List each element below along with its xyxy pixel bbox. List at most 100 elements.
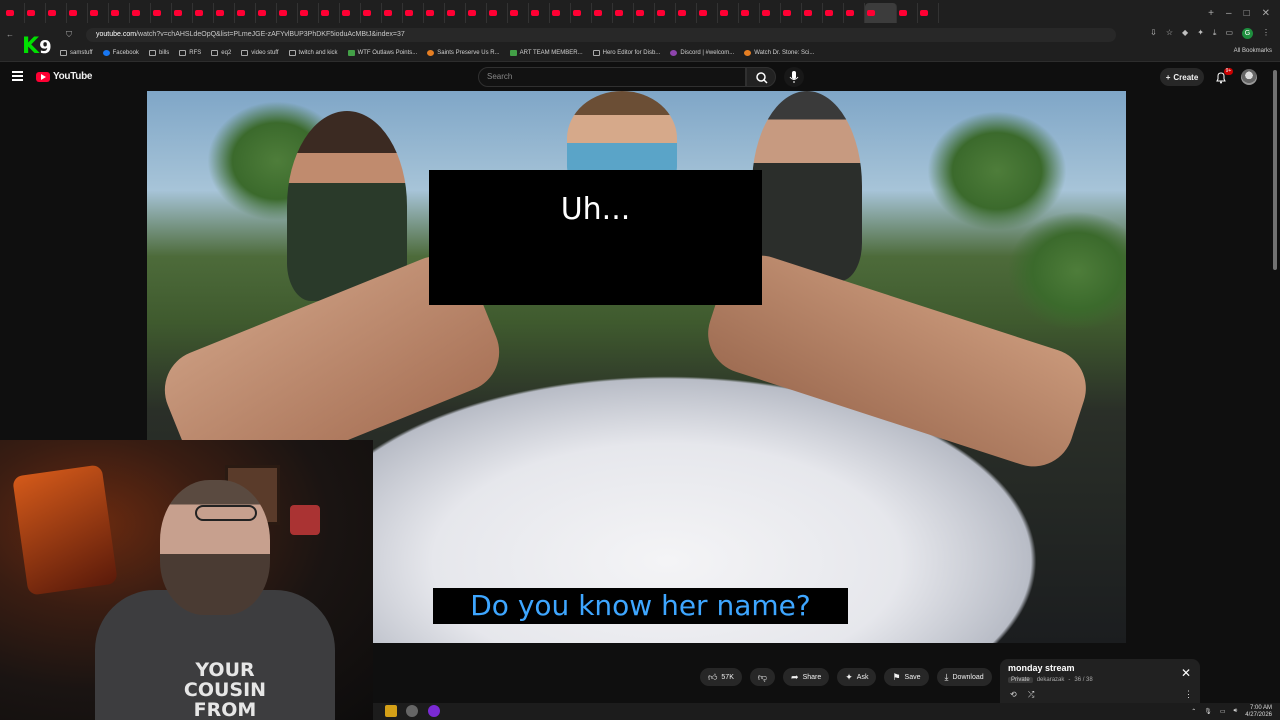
bookmark-item[interactable]: Saints Preserve Us R...	[427, 49, 500, 56]
browser-tab[interactable]	[109, 3, 130, 23]
sidebar-icon[interactable]: ▭	[1225, 28, 1233, 39]
browser-tab[interactable]	[46, 3, 67, 23]
search-input[interactable]: Search	[478, 67, 746, 87]
tray-network-icon[interactable]: ▭	[1220, 708, 1226, 715]
browser-tab[interactable]	[760, 3, 781, 23]
taskbar-settings-icon[interactable]	[406, 705, 418, 717]
close-window-icon[interactable]: ✕	[1262, 8, 1270, 19]
bookmark-item[interactable]: Facebook	[102, 49, 139, 56]
lock-icon[interactable]: ⛉	[66, 30, 72, 40]
youtube-logo[interactable]: YouTube	[36, 71, 93, 82]
playlist-title[interactable]: monday stream	[1008, 663, 1075, 673]
bookmark-item[interactable]: WTF Outlaws Points...	[347, 49, 417, 56]
browser-menu-icon[interactable]: ⋮	[1262, 28, 1270, 39]
browser-tab[interactable]	[214, 3, 235, 23]
browser-tab[interactable]	[298, 3, 319, 23]
browser-tab[interactable]	[130, 3, 151, 23]
browser-tab[interactable]	[424, 3, 445, 23]
browser-tab[interactable]	[319, 3, 340, 23]
browser-tab[interactable]	[487, 3, 508, 23]
browser-tab[interactable]	[193, 3, 214, 23]
browser-tab[interactable]	[235, 3, 256, 23]
browser-tab[interactable]	[403, 3, 424, 23]
bookmark-item[interactable]: RFS	[179, 49, 201, 56]
browser-tab[interactable]	[445, 3, 466, 23]
dislike-button[interactable]: 👎︎	[749, 668, 776, 686]
playlist-close-icon[interactable]: ✕	[1181, 666, 1191, 680]
browser-tab[interactable]	[256, 3, 277, 23]
loop-icon[interactable]: ⟲	[1010, 690, 1017, 699]
bookmark-item[interactable]: video stuff	[241, 49, 279, 56]
create-button[interactable]: + Create	[1160, 68, 1204, 86]
bookmark-item[interactable]: ART TEAM MEMBER...	[509, 49, 583, 56]
new-tab-icon[interactable]: +	[1208, 8, 1214, 19]
account-avatar[interactable]	[1241, 69, 1257, 85]
browser-tab[interactable]	[340, 3, 361, 23]
bookmark-item[interactable]: samstuff	[60, 49, 93, 56]
bookmark-item[interactable]: Hero Editor for Disb...	[592, 49, 660, 56]
all-bookmarks[interactable]: All Bookmarks	[1234, 48, 1272, 54]
ask-button[interactable]: ✦ Ask	[837, 668, 877, 686]
browser-tab[interactable]	[508, 3, 529, 23]
browser-tab[interactable]	[613, 3, 634, 23]
browser-tab[interactable]	[4, 3, 25, 23]
browser-tab[interactable]	[277, 3, 298, 23]
browser-tab[interactable]	[361, 3, 382, 23]
tray-chevron-icon[interactable]: ⌃	[1191, 708, 1196, 715]
browser-tab[interactable]	[897, 3, 918, 23]
bookmark-item[interactable]: twitch and kick	[288, 49, 338, 56]
browser-tab[interactable]	[172, 3, 193, 23]
like-button[interactable]: 👍︎ 57K	[700, 668, 742, 686]
browser-tab[interactable]	[571, 3, 592, 23]
hamburger-menu-icon[interactable]	[12, 71, 23, 81]
install-icon[interactable]: ⇩	[1150, 28, 1157, 39]
taskbar-stream-app-icon[interactable]	[428, 705, 440, 717]
browser-tab[interactable]	[802, 3, 823, 23]
browser-tab[interactable]	[550, 3, 571, 23]
browser-tab[interactable]	[382, 3, 403, 23]
maximize-icon[interactable]: □	[1244, 8, 1250, 19]
voice-search-button[interactable]	[784, 67, 804, 87]
minimize-icon[interactable]: –	[1226, 8, 1232, 19]
browser-tab[interactable]	[466, 3, 487, 23]
browser-tab[interactable]	[655, 3, 676, 23]
browser-tab[interactable]	[25, 3, 46, 23]
browser-tab[interactable]	[823, 3, 844, 23]
browser-tab[interactable]	[529, 3, 550, 23]
profile-avatar[interactable]: G	[1242, 28, 1253, 39]
browser-tab[interactable]	[67, 3, 88, 23]
tray-volume-icon[interactable]: 🔊︎	[1234, 708, 1238, 715]
puzzle-icon[interactable]: ✦	[1197, 28, 1204, 39]
bookmark-item[interactable]: Watch Dr. Stone: Sci...	[744, 49, 814, 56]
back-icon[interactable]: ←	[6, 30, 14, 39]
browser-tab[interactable]	[88, 3, 109, 23]
address-bar[interactable]: youtube.com/watch?v=chAHSLdeOpQ&list=PLm…	[86, 28, 1116, 42]
browser-tab[interactable]	[739, 3, 760, 23]
playlist-more-icon[interactable]: ⋮	[1184, 689, 1193, 700]
browser-tab[interactable]	[634, 3, 655, 23]
share-button[interactable]: ➦ Share	[783, 668, 830, 686]
browser-tab[interactable]	[697, 3, 718, 23]
browser-tab[interactable]	[151, 3, 172, 23]
browser-tab[interactable]	[592, 3, 613, 23]
search-button[interactable]	[746, 67, 776, 87]
download-button[interactable]: ⤓ Download	[936, 668, 992, 686]
page-scrollbar-thumb[interactable]	[1273, 70, 1277, 270]
browser-tab[interactable]	[844, 3, 865, 23]
playlist-owner[interactable]: dekarazak	[1037, 677, 1065, 683]
browser-tab[interactable]	[676, 3, 697, 23]
bookmark-item[interactable]: eq2	[211, 49, 231, 56]
browser-tab[interactable]	[781, 3, 802, 23]
browser-tab[interactable]	[718, 3, 739, 23]
shuffle-icon[interactable]: ⤮	[1028, 690, 1034, 700]
bookmark-item[interactable]: Discord | #welcom...	[670, 49, 734, 56]
clock[interactable]: 7:00 AM 4/27/2026	[1245, 705, 1272, 719]
bookmark-item[interactable]: bills	[148, 49, 169, 56]
save-button[interactable]: ⚑ Save	[884, 668, 929, 686]
tray-mic-icon[interactable]: 🎙︎	[1204, 708, 1212, 715]
taskbar-app-icon[interactable]	[385, 705, 397, 717]
star-icon[interactable]: ☆	[1166, 28, 1173, 39]
extension-icon[interactable]: ◆	[1182, 28, 1188, 39]
download-icon[interactable]: ⤓	[1213, 28, 1217, 39]
browser-tab[interactable]	[918, 3, 939, 23]
